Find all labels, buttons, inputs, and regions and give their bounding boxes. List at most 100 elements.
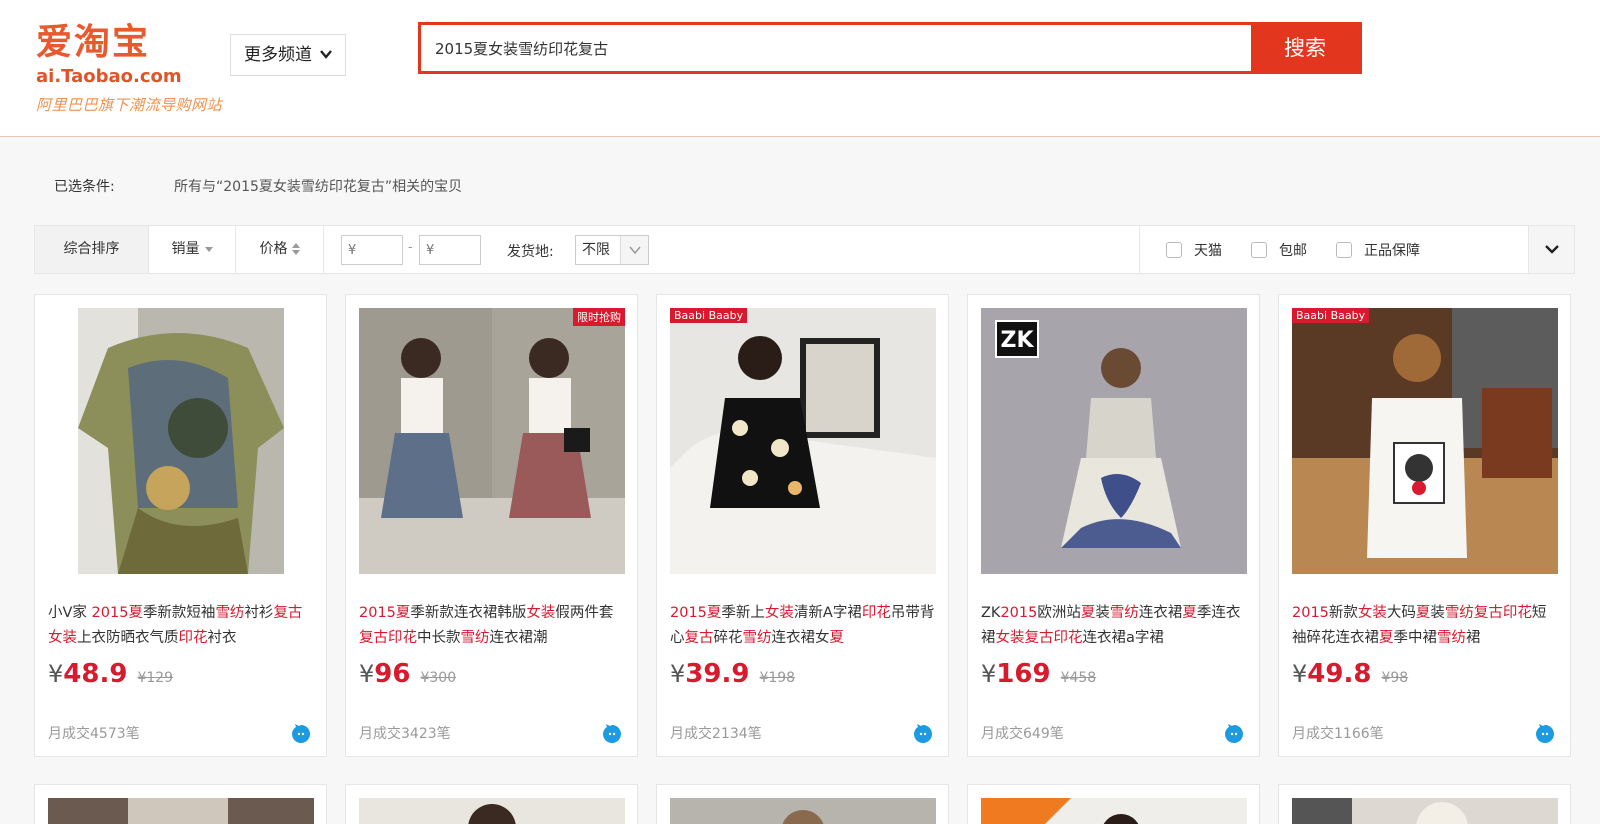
logo-slogan: 阿里巴巴旗下潮流导购网站 bbox=[36, 96, 223, 114]
selected-conditions-text: 所有与“2015夏女装雪纺印花复古”相关的宝贝 bbox=[174, 179, 463, 195]
product-image[interactable] bbox=[1292, 798, 1558, 824]
product-image[interactable] bbox=[48, 308, 314, 574]
price-value: 48.9 bbox=[63, 659, 128, 689]
title-text: 小V家 bbox=[48, 605, 92, 621]
product-image[interactable]: Baabi Baaby bbox=[1292, 308, 1558, 574]
sort-updown-icon bbox=[291, 243, 300, 255]
product-card[interactable]: Baabi Baaby 2015夏季新上女装清新A字裙印花吊带背心复古碎花雪纺连… bbox=[656, 294, 949, 757]
wangwang-chat-icon[interactable] bbox=[1223, 723, 1245, 745]
wangwang-chat-icon[interactable] bbox=[912, 723, 934, 745]
product-image[interactable]: Baabi Baaby bbox=[670, 308, 936, 574]
product-image[interactable] bbox=[981, 798, 1247, 824]
title-keyword-highlight: 夏 bbox=[395, 605, 411, 621]
title-text: 衬衣 bbox=[207, 630, 237, 646]
title-keyword-highlight: 复古 bbox=[1024, 630, 1054, 646]
title-keyword-highlight: 复古 bbox=[1473, 605, 1503, 621]
original-price: ¥198 bbox=[759, 670, 796, 686]
product-card[interactable] bbox=[345, 784, 638, 824]
product-card[interactable]: Baabi Baaby 2015新款女装大码夏装雪纺复古印花短袖碎花连衣裙夏季中… bbox=[1278, 294, 1571, 757]
filter-tmall-checkbox[interactable]: 天猫 bbox=[1166, 240, 1222, 260]
title-text: 裙 bbox=[1466, 630, 1481, 646]
title-keyword-highlight: 夏 bbox=[128, 605, 143, 621]
ship-from-select[interactable]: 不限 bbox=[575, 235, 649, 265]
title-text: 衬衫 bbox=[244, 605, 274, 621]
title-text: 装 bbox=[1095, 605, 1110, 621]
title-keyword-highlight: 雪纺 bbox=[460, 630, 490, 646]
product-image[interactable]: ZK bbox=[981, 308, 1247, 574]
product-price: ¥48.9 ¥129 bbox=[48, 659, 173, 689]
title-keyword-highlight: 2015 bbox=[359, 605, 396, 621]
original-price: ¥458 bbox=[1060, 670, 1097, 686]
currency-symbol: ¥ bbox=[359, 660, 375, 688]
title-text: 假两件套 bbox=[555, 605, 614, 621]
price-min-input[interactable] bbox=[341, 235, 403, 265]
title-text: 季中裙 bbox=[1393, 630, 1438, 646]
product-card[interactable] bbox=[656, 784, 949, 824]
filter-free-shipping-label: 包邮 bbox=[1279, 243, 1307, 259]
product-title[interactable]: 2015夏季新上女装清新A字裙印花吊带背心复古碎花雪纺连衣裙女夏 bbox=[670, 601, 938, 651]
title-text: 碎花 bbox=[713, 630, 743, 646]
title-text: ZK bbox=[981, 605, 1001, 621]
product-title[interactable]: 2015夏季新款连衣裙韩版女装假两件套复古印花中长款雪纺连衣裙潮 bbox=[359, 601, 627, 651]
product-image[interactable] bbox=[48, 798, 314, 824]
filter-bar: 综合排序 销量 价格 - 发货地: 不限 天猫 包邮 正品保障 bbox=[34, 225, 1575, 274]
price-max-input[interactable] bbox=[419, 235, 481, 265]
product-image[interactable] bbox=[670, 798, 936, 824]
title-keyword-highlight: 雪纺 bbox=[215, 605, 245, 621]
product-card[interactable] bbox=[967, 784, 1260, 824]
chevron-down-icon bbox=[320, 50, 332, 59]
product-image[interactable] bbox=[359, 798, 625, 824]
product-title[interactable]: ZK2015欧洲站夏装雪纺连衣裙夏季连衣裙女装复古印花连衣裙a字裙 bbox=[981, 601, 1249, 651]
checkbox-icon bbox=[1336, 242, 1352, 258]
title-keyword-highlight: 夏 bbox=[1182, 605, 1197, 621]
title-keyword-highlight: 印花 bbox=[1053, 630, 1083, 646]
search-button[interactable]: 搜索 bbox=[1251, 25, 1359, 71]
checkbox-icon bbox=[1251, 242, 1267, 258]
title-keyword-highlight: 雪纺 bbox=[1437, 630, 1466, 646]
product-card[interactable]: 小V家 2015夏季新款短袖雪纺衬衫复古女装上衣防晒衣气质印花衬衣 ¥48.9 ¥… bbox=[34, 294, 327, 757]
title-keyword-highlight: 复古 bbox=[684, 630, 714, 646]
product-price: ¥96 ¥300 bbox=[359, 659, 456, 689]
title-text: 上衣防晒衣气质 bbox=[77, 630, 179, 646]
search-input[interactable] bbox=[421, 25, 1251, 71]
currency-symbol: ¥ bbox=[670, 660, 686, 688]
title-keyword-highlight: 夏 bbox=[1415, 605, 1431, 621]
brand-badge: Baabi Baaby bbox=[670, 308, 748, 323]
price-value: 39.9 bbox=[685, 659, 750, 689]
title-keyword-highlight: 雪纺 bbox=[1444, 605, 1474, 621]
product-title[interactable]: 小V家 2015夏季新款短袖雪纺衬衫复古女装上衣防晒衣气质印花衬衣 bbox=[48, 601, 316, 651]
filter-authentic-checkbox[interactable]: 正品保障 bbox=[1336, 240, 1420, 260]
brand-logo-mark: ZK bbox=[995, 320, 1039, 358]
monthly-sales: 月成交3423笔 bbox=[359, 726, 451, 742]
more-channels-button[interactable]: 更多频道 bbox=[230, 34, 346, 76]
title-text: 季新款连衣裙韩版 bbox=[410, 605, 527, 621]
product-image[interactable]: 限时抢购 bbox=[359, 308, 625, 574]
wangwang-chat-icon[interactable] bbox=[601, 723, 623, 745]
sort-price-tab[interactable]: 价格 bbox=[236, 226, 324, 273]
logo-chinese: 爱淘宝 bbox=[36, 21, 151, 63]
site-logo[interactable]: 爱淘宝 ai.Taobao.com 阿里巴巴旗下潮流导购网站 bbox=[36, 20, 246, 120]
title-text: 连衣裙a字裙 bbox=[1082, 630, 1164, 646]
service-filters: 天猫 包邮 正品保障 bbox=[1139, 226, 1521, 273]
title-keyword-highlight: 雪纺 bbox=[1109, 605, 1139, 621]
title-text: 大码 bbox=[1386, 605, 1416, 621]
original-price: ¥300 bbox=[420, 670, 457, 686]
wangwang-chat-icon[interactable] bbox=[1534, 723, 1556, 745]
product-title[interactable]: 2015新款女装大码夏装雪纺复古印花短袖碎花连衣裙夏季中裙雪纺裙 bbox=[1292, 601, 1560, 651]
product-card[interactable]: ZK ZK2015欧洲站夏装雪纺连衣裙夏季连衣裙女装复古印花连衣裙a字裙 ¥16… bbox=[967, 294, 1260, 757]
expand-filters-button[interactable] bbox=[1528, 226, 1574, 273]
wangwang-chat-icon[interactable] bbox=[290, 723, 312, 745]
product-card[interactable] bbox=[1278, 784, 1571, 824]
monthly-sales: 月成交1166笔 bbox=[1292, 726, 1384, 742]
product-card[interactable] bbox=[34, 784, 327, 824]
sort-default-tab[interactable]: 综合排序 bbox=[35, 226, 149, 273]
original-price: ¥98 bbox=[1381, 670, 1409, 686]
title-text: 清新A字裙 bbox=[793, 605, 862, 621]
filter-tmall-label: 天猫 bbox=[1194, 243, 1222, 259]
product-card[interactable]: 限时抢购 2015夏季新款连衣裙韩版女装假两件套复古印花中长款雪纺连衣裙潮 ¥9… bbox=[345, 294, 638, 757]
title-keyword-highlight: 2015 bbox=[91, 605, 129, 621]
filter-free-shipping-checkbox[interactable]: 包邮 bbox=[1251, 240, 1307, 260]
caret-down-icon bbox=[204, 246, 213, 252]
title-keyword-highlight: 复古 bbox=[359, 630, 388, 646]
sort-sales-tab[interactable]: 销量 bbox=[149, 226, 236, 273]
